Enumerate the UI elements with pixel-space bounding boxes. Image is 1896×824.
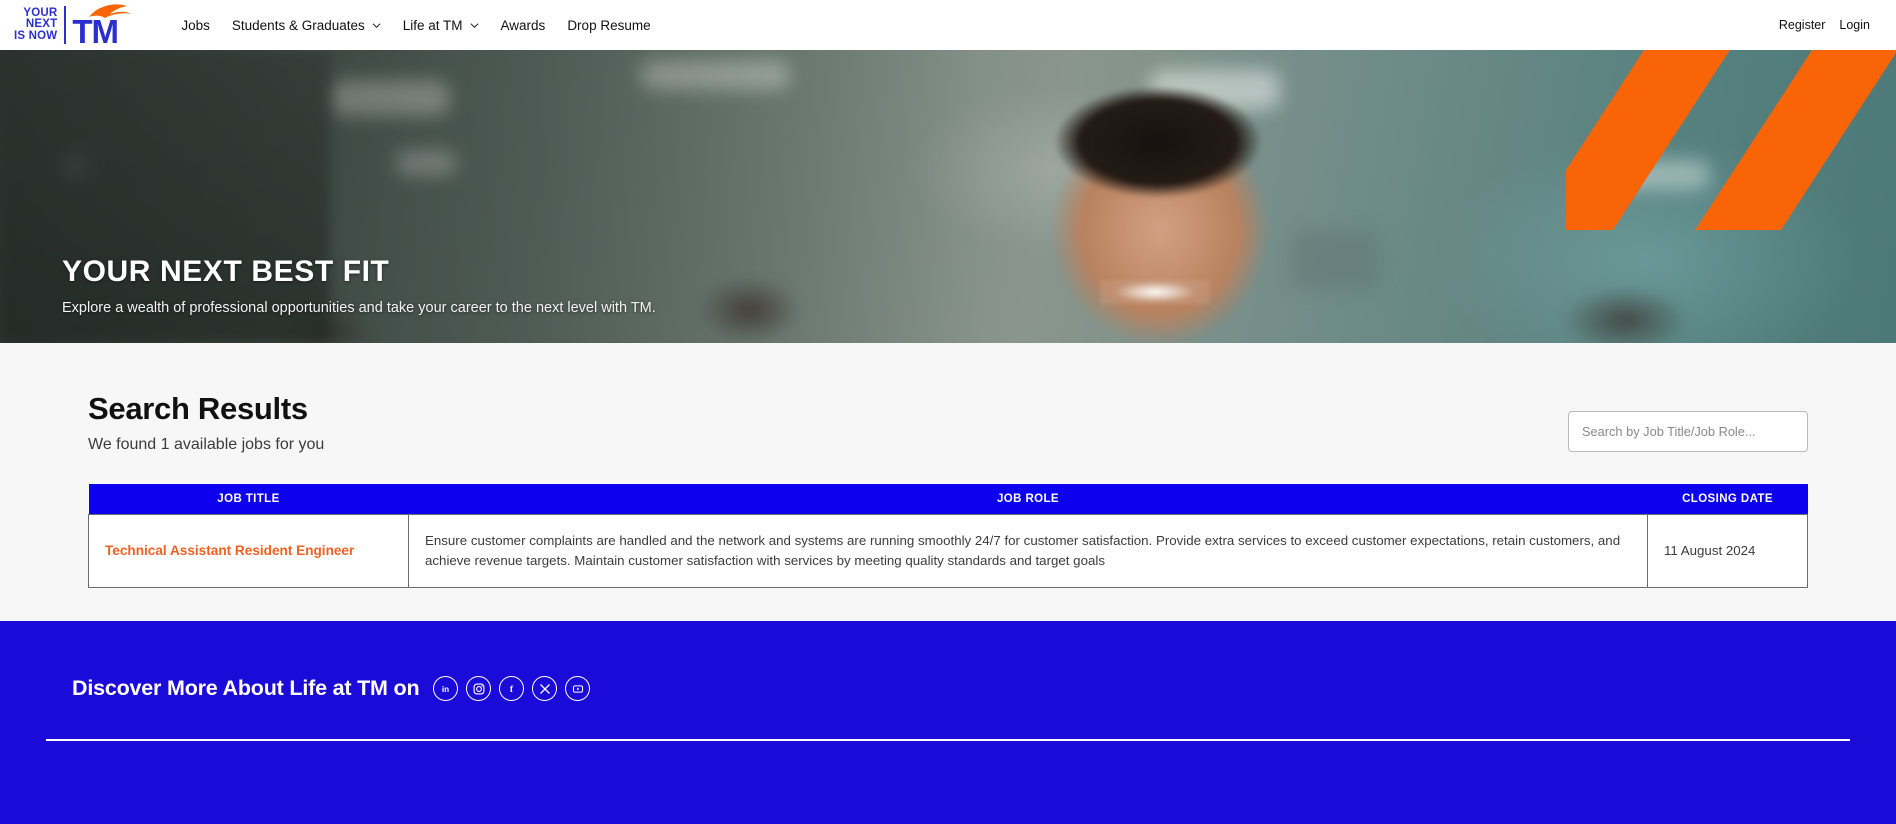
column-header-job-role: JOB ROLE: [408, 484, 1648, 515]
nav-item-students-graduates[interactable]: Students & Graduates: [221, 12, 392, 39]
hero-banner: YOUR NEXT BEST FIT Explore a wealth of p…: [0, 50, 1896, 343]
logo-divider: [64, 6, 67, 44]
search-results-section: Search Results We found 1 available jobs…: [0, 343, 1896, 621]
chevron-down-icon: [372, 22, 381, 28]
youtube-glyph: [572, 684, 583, 693]
cell-job-role: Ensure customer complaints are handled a…: [408, 514, 1648, 588]
cell-job-title: Technical Assistant Resident Engineer: [88, 514, 409, 588]
logo-tagline: YOUR NEXT IS NOW: [14, 7, 64, 43]
hero-title: YOUR NEXT BEST FIT: [62, 255, 390, 288]
nav-item-label: Jobs: [181, 17, 210, 33]
results-header: Search Results We found 1 available jobs…: [88, 391, 1808, 454]
results-count-text: We found 1 available jobs for you: [88, 436, 325, 453]
account-links: Register Login: [1777, 12, 1872, 38]
tm-logo[interactable]: YOUR NEXT IS NOW TM: [14, 4, 134, 50]
x-twitter-icon[interactable]: [532, 676, 558, 701]
top-navigation-bar: YOUR NEXT IS NOW TM Jobs Students & Grad…: [0, 0, 1896, 50]
instagram-icon[interactable]: [466, 676, 492, 701]
nav-item-label: Drop Resume: [567, 17, 651, 33]
nav-item-life-at-tm[interactable]: Life at TM: [392, 12, 490, 39]
svg-text:in: in: [442, 685, 449, 694]
linkedin-glyph: in: [442, 685, 449, 694]
column-header-job-title: JOB TITLE: [88, 484, 409, 515]
footer-title: Discover More About Life at TM on: [72, 676, 420, 700]
linkedin-icon[interactable]: in: [433, 676, 459, 701]
jobs-table-header: JOB TITLE JOB ROLE CLOSING DATE: [88, 484, 1808, 515]
login-link[interactable]: Login: [1837, 12, 1872, 38]
logo-brand-text: TM: [72, 13, 119, 50]
jobs-table-body: Technical Assistant Resident Engineer En…: [88, 514, 1808, 588]
facebook-icon[interactable]: f: [499, 676, 525, 701]
register-link[interactable]: Register: [1777, 12, 1828, 38]
hero-decorative-stripes: [1566, 50, 1896, 230]
svg-text:f: f: [510, 684, 514, 695]
page-root: YOUR NEXT IS NOW TM Jobs Students & Grad…: [0, 0, 1896, 824]
chevron-down-icon: [470, 22, 478, 28]
site-footer: Discover More About Life at TM on in f: [0, 621, 1896, 824]
x-glyph: [539, 683, 550, 694]
column-header-closing-date: CLOSING DATE: [1647, 484, 1808, 515]
nav-item-label: Students & Graduates: [231, 17, 365, 33]
table-row: Technical Assistant Resident Engineer En…: [88, 514, 1808, 588]
nav-item-drop-resume[interactable]: Drop Resume: [556, 12, 661, 39]
footer-divider: [46, 739, 1850, 741]
nav-item-label: Life at TM: [402, 17, 463, 33]
social-links: in f: [433, 676, 591, 701]
cell-closing-date: 11 August 2024: [1647, 514, 1808, 588]
youtube-icon[interactable]: [565, 676, 591, 701]
jobs-table: JOB TITLE JOB ROLE CLOSING DATE Technica…: [88, 484, 1808, 588]
logo-line-3: IS NOW: [14, 29, 58, 42]
nav-item-label: Awards: [500, 17, 546, 33]
page-title: Search Results: [88, 391, 308, 426]
nav-item-jobs[interactable]: Jobs: [170, 12, 221, 39]
instagram-glyph: [473, 683, 485, 694]
main-nav-links: Jobs Students & Graduates Life at TM Awa…: [170, 12, 661, 39]
table-header-row: JOB TITLE JOB ROLE CLOSING DATE: [88, 484, 1808, 515]
search-input[interactable]: [1568, 411, 1808, 452]
nav-item-awards[interactable]: Awards: [490, 12, 557, 39]
hero-subtitle: Explore a wealth of professional opportu…: [62, 300, 656, 316]
hero-text-block: YOUR NEXT BEST FIT Explore a wealth of p…: [62, 255, 656, 316]
login-label: Login: [1839, 18, 1870, 32]
facebook-glyph: f: [510, 684, 514, 695]
register-label: Register: [1778, 18, 1826, 32]
job-title-link[interactable]: Technical Assistant Resident Engineer: [105, 543, 354, 558]
